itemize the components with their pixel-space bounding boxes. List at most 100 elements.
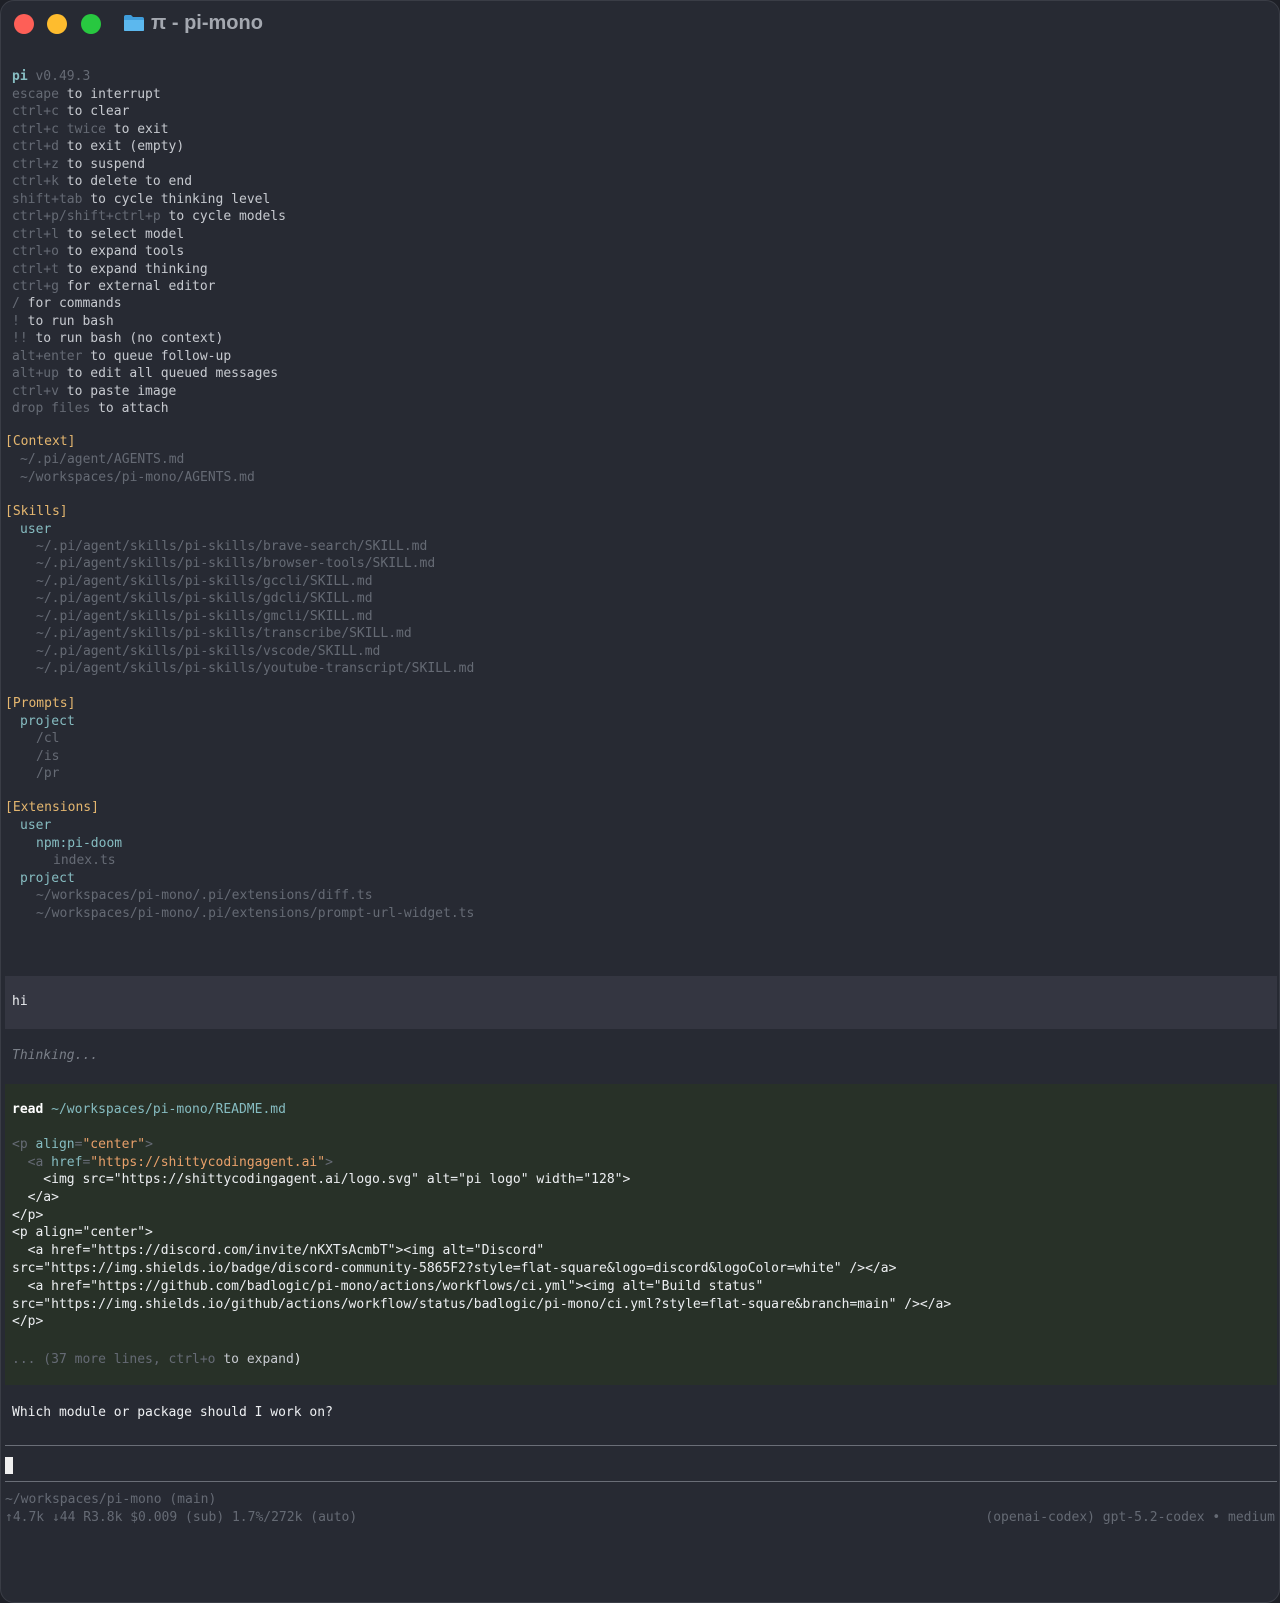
code-line: src="https://img.shields.io/badge/discor… — [12, 1261, 897, 1276]
expand-hint-prefix: ... (37 more lines, — [12, 1352, 169, 1367]
shortcut-key: escape — [12, 87, 59, 102]
code-token: "center" — [82, 1137, 146, 1152]
shortcut-key: alt+enter — [12, 348, 83, 364]
shortcut-description: to run bash — [19, 313, 114, 329]
shortcut-key: ctrl+k — [12, 174, 59, 190]
prompts-heading: [Prompts] — [5, 696, 76, 711]
tool-call-line: read ~/workspaces/pi-mono/README.md — [12, 1101, 286, 1119]
shortcut-row: ctrl+l to select model — [12, 226, 184, 244]
shortcut-description: for commands — [19, 296, 122, 312]
shortcut-description: to interrupt — [58, 87, 161, 102]
shortcut-description: to paste image — [58, 383, 177, 399]
thinking-indicator[interactable]: Thinking... — [12, 1047, 98, 1065]
prompt-item: /pr — [36, 766, 60, 781]
expand-hint-suffix: to expand — [215, 1352, 294, 1367]
status-model[interactable]: (openai-codex) gpt-5.2-codex • medium — [985, 1509, 1275, 1527]
shortcut-row: ! to run bash — [12, 313, 114, 331]
expand-hint-key: ctrl+o — [168, 1352, 216, 1367]
extension-file: ~/workspaces/pi-mono/.pi/extensions/prom… — [36, 905, 475, 921]
shortcut-row: ctrl+c twice to exit — [12, 121, 169, 139]
terminal-window: π - pi-mono pi v0.49.3 escape to interru… — [0, 0, 1280, 1603]
code-line: <a href="https://github.com/badlogic/pi-… — [12, 1278, 764, 1294]
shortcut-description: to select model — [58, 226, 185, 242]
context-heading: [Context] — [5, 434, 76, 449]
user-message: hi — [12, 994, 28, 1009]
expand-hint[interactable]: ... (37 more lines, ctrl+o to expand) — [12, 1351, 302, 1369]
shortcut-row: ctrl+p/shift+ctrl+p to cycle models — [12, 208, 286, 226]
shortcut-key: ctrl+z — [12, 156, 59, 172]
shortcut-description: to cycle thinking level — [82, 191, 271, 207]
folder-icon — [124, 15, 144, 31]
shortcut-description: for external editor — [58, 278, 216, 294]
shortcut-description: to run bash (no context) — [27, 331, 224, 347]
shortcut-row: ctrl+g for external editor — [12, 278, 216, 296]
skills-group: user — [20, 522, 52, 537]
code-line: src="https://img.shields.io/github/actio… — [12, 1296, 952, 1312]
shortcut-row: shift+tab to cycle thinking level — [12, 191, 270, 209]
shortcut-row: escape to interrupt — [12, 86, 161, 104]
shortcut-description: to exit — [105, 121, 169, 137]
code-token: <p — [12, 1137, 36, 1152]
shortcut-row: ctrl+c to clear — [12, 103, 129, 121]
prompt-item: /cl — [36, 731, 60, 746]
code-line-2: <a href="https://shittycodingagent.ai"> — [12, 1154, 333, 1172]
shortcut-key: ctrl+t — [12, 261, 59, 277]
close-button[interactable] — [14, 14, 34, 34]
shortcut-row: ctrl+t to expand thinking — [12, 261, 208, 279]
shortcut-key: ctrl+c twice — [12, 121, 106, 137]
title-bar: π - pi-mono — [1, 1, 1279, 47]
shortcut-description: to queue follow-up — [82, 348, 232, 364]
shortcut-description: to delete to end — [58, 174, 193, 190]
shortcut-description: to suspend — [58, 156, 146, 172]
extension-package: npm:pi-doom — [36, 836, 123, 851]
user-message-box — [5, 976, 1277, 1029]
shortcut-row: ctrl+o to expand tools — [12, 243, 184, 261]
status-cwd: ~/workspaces/pi-mono (main) — [5, 1492, 217, 1507]
tool-path: ~/workspaces/pi-mono/README.md — [51, 1102, 286, 1117]
skill-file: ~/.pi/agent/skills/pi-skills/browser-too… — [36, 556, 436, 572]
shortcut-row: ctrl+k to delete to end — [12, 173, 192, 191]
code-token: > — [145, 1137, 153, 1152]
code-line: <p align="center"> — [12, 1225, 153, 1241]
skill-file: ~/.pi/agent/skills/pi-skills/youtube-tra… — [36, 661, 475, 677]
shortcut-key: / — [12, 296, 20, 312]
shortcut-description: to clear — [58, 104, 130, 120]
code-token: <a — [12, 1155, 52, 1170]
skill-file: ~/.pi/agent/skills/pi-skills/gmcli/SKILL… — [36, 608, 373, 624]
version-line: pi v0.49.3 — [12, 68, 90, 86]
assistant-reply: Which module or package should I work on… — [12, 1405, 333, 1420]
zoom-button[interactable] — [81, 14, 101, 34]
code-line-1: <p align="center"> — [12, 1136, 153, 1154]
shortcut-row: alt+up to edit all queued messages — [12, 365, 278, 383]
shortcut-description: to attach — [90, 401, 169, 417]
shortcut-key: drop files — [12, 401, 91, 417]
tool-name: read — [12, 1102, 44, 1117]
shortcut-key: ! — [12, 313, 20, 329]
shortcut-row: ctrl+d to exit (empty) — [12, 138, 184, 156]
shortcut-row: ctrl+z to suspend — [12, 156, 145, 174]
code-token: > — [325, 1155, 333, 1170]
minimize-button[interactable] — [47, 14, 67, 34]
skill-file: ~/.pi/agent/skills/pi-skills/gccli/SKILL… — [36, 573, 373, 589]
shortcut-key: ctrl+o — [12, 244, 59, 260]
status-usage: ↑4.7k ↓44 R3.8k $0.009 (sub) 1.7%/272k (… — [5, 1510, 358, 1525]
shortcut-row: ctrl+v to paste image — [12, 383, 176, 401]
context-file: ~/.pi/agent/AGENTS.md — [20, 452, 185, 467]
code-token: "https://shittycodingagent.ai" — [90, 1155, 326, 1170]
editor-bottom-border — [5, 1481, 1277, 1482]
shortcut-row: drop files to attach — [12, 400, 169, 418]
shortcut-key: ctrl+c — [12, 104, 59, 120]
version: v0.49.3 — [35, 69, 91, 84]
skill-file: ~/.pi/agent/skills/pi-skills/transcribe/… — [36, 626, 412, 642]
shortcut-row: / for commands — [12, 295, 122, 313]
input-cursor[interactable] — [5, 1457, 13, 1474]
skill-file: ~/.pi/agent/skills/pi-skills/vscode/SKIL… — [36, 643, 381, 659]
prompt-item: /is — [36, 748, 60, 764]
shortcut-key: ctrl+p/shift+ctrl+p — [12, 209, 161, 225]
shortcut-description: to expand tools — [58, 244, 185, 260]
code-line: </p> — [12, 1314, 44, 1330]
code-token: href — [51, 1155, 83, 1170]
code-line: <img src="https://shittycodingagent.ai/l… — [12, 1172, 631, 1187]
shortcut-key: alt+up — [12, 366, 59, 382]
window-title: π - pi-mono — [151, 12, 263, 34]
